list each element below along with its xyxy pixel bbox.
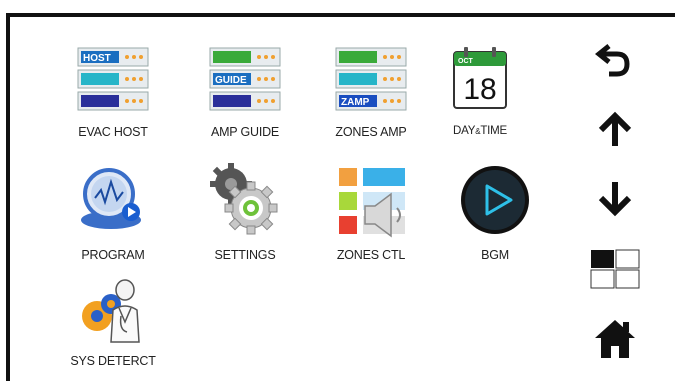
tile-label-program: PROGRAM — [81, 248, 145, 262]
label-day: DAY — [452, 125, 476, 137]
layout-toggle-button[interactable] — [585, 248, 645, 290]
up-button[interactable] — [585, 110, 645, 150]
layout-grid-icon — [590, 249, 640, 289]
calendar-month: OCT — [458, 58, 474, 65]
tile-label-amp-guide: AMP GUIDE — [210, 125, 280, 139]
tile-label-sys-detect: SYS DETERCT — [70, 354, 156, 368]
back-button[interactable] — [585, 40, 645, 80]
down-button[interactable] — [585, 178, 645, 218]
tile-day-time[interactable]: OCT 18 DAY&TIME — [432, 40, 528, 150]
tile-zones-amp[interactable]: ZAMP ZONES AMP — [323, 40, 419, 150]
tile-program[interactable]: PROGRAM — [65, 160, 161, 270]
gears-icon — [210, 163, 278, 235]
rack-guide-icon: GUIDE — [209, 47, 281, 111]
tile-label-zones-amp: ZONES AMP — [335, 125, 407, 139]
tile-settings[interactable]: SETTINGS — [197, 160, 293, 270]
rack-guide-text: GUIDE — [215, 75, 247, 86]
tile-label-bgm: BGM — [481, 248, 509, 262]
down-arrow-icon — [598, 182, 632, 217]
rack-zamp-text: ZAMP — [341, 97, 370, 108]
tile-zones-ctl[interactable]: ZONES CTL — [323, 160, 419, 270]
up-arrow-icon — [598, 111, 632, 146]
home-button[interactable] — [585, 318, 645, 362]
diagnostic-icon — [82, 279, 140, 343]
calendar-day: 18 — [463, 73, 496, 106]
home-icon — [595, 320, 635, 358]
zones-speaker-icon — [339, 168, 405, 238]
tile-evac-host[interactable]: HOST EVAC HOST — [65, 40, 161, 150]
program-icon — [81, 168, 141, 229]
tile-label-zones-ctl: ZONES CTL — [336, 248, 406, 262]
tile-label-settings: SETTINGS — [214, 248, 276, 262]
label-time: TIME — [480, 125, 507, 137]
tile-label-day-time: DAY&TIME — [422, 125, 538, 137]
tile-sys-detect[interactable]: SYS DETERCT — [65, 272, 161, 382]
tile-amp-guide[interactable]: GUIDE AMP GUIDE — [197, 40, 293, 150]
calendar-icon: OCT 18 — [453, 47, 507, 109]
back-arrow-icon — [594, 44, 630, 77]
tile-label-evac-host: EVAC HOST — [78, 125, 148, 139]
rack-host-icon: HOST — [77, 47, 149, 111]
rack-zamp-icon: ZAMP — [335, 47, 407, 111]
rack-host-text: HOST — [83, 53, 111, 64]
tile-bgm[interactable]: BGM — [447, 160, 543, 270]
play-icon — [461, 166, 529, 234]
